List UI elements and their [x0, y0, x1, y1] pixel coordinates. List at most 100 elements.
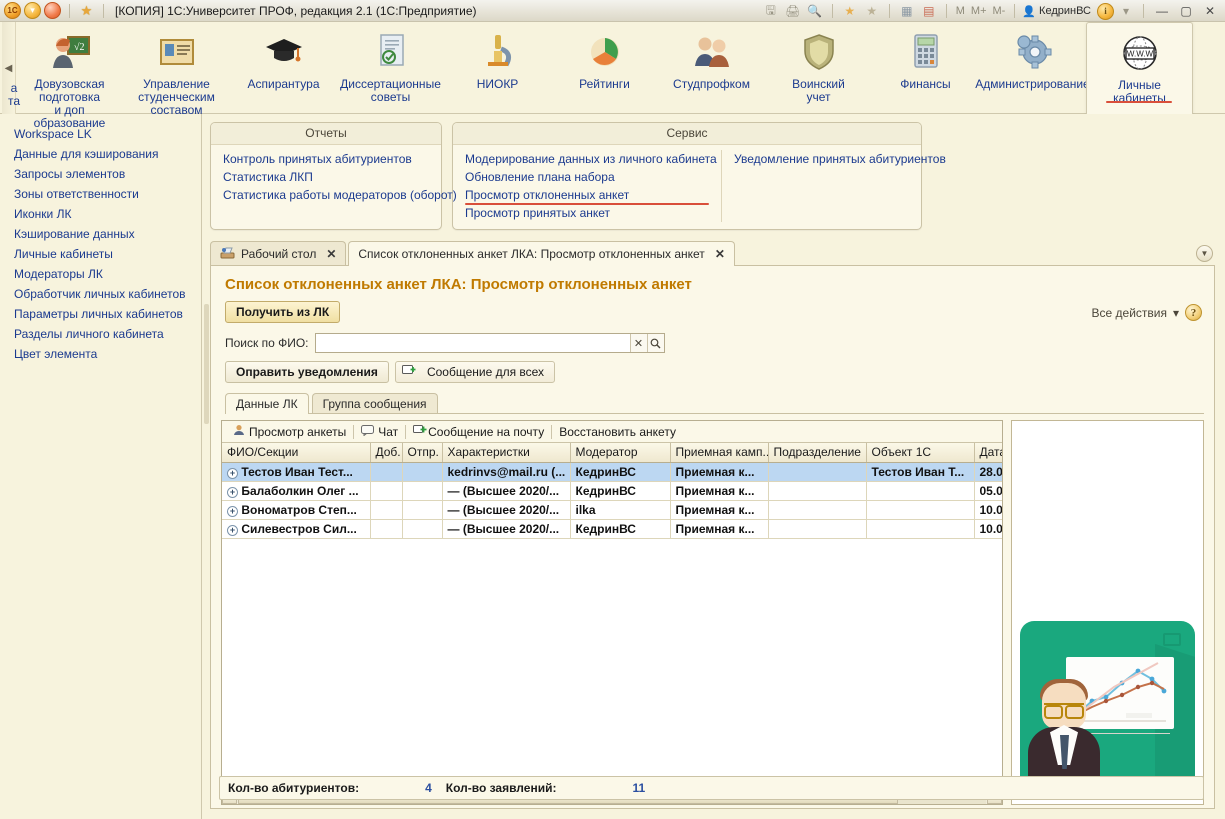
ribbon-item-aspirantura[interactable]: Аспирантура — [230, 22, 337, 114]
send-notifications-button[interactable]: Оправить уведомления — [225, 361, 389, 383]
print-preview-icon[interactable]: 🔍 — [805, 2, 825, 20]
chat-button[interactable]: Чат — [354, 424, 405, 439]
grid-scroll-area[interactable]: ФИО/Секции Доб. Отпр. Характеристки Моде… — [222, 443, 1002, 789]
column-header-fio[interactable]: ФИО/Секции — [222, 443, 371, 463]
column-header-podrazdelenie[interactable]: Подразделение — [768, 443, 867, 463]
maximize-button[interactable]: ▢ — [1175, 2, 1197, 20]
expand-icon[interactable]: + — [227, 486, 238, 498]
ribbon-item-label: НИОКР — [476, 77, 519, 91]
restore-questionnaire-button[interactable]: Восстановить анкету — [552, 425, 683, 439]
help-button[interactable]: ? — [1185, 304, 1202, 321]
ribbon-item-reitingi[interactable]: Рейтинги — [551, 22, 658, 114]
all-actions-menu[interactable]: Все действия ▾ ? — [1092, 304, 1202, 321]
user-menu[interactable]: 👤 КедринВС — [1022, 5, 1091, 18]
message-to-email-button[interactable]: Сообщение на почту — [406, 424, 551, 439]
table-row[interactable]: + Тестов Иван Тест... kedrinvs@mail.ru (… — [222, 462, 1002, 482]
favorites-star-icon[interactable]: ★ — [78, 2, 95, 19]
favorites-icon[interactable]: ★ — [862, 2, 882, 20]
tab-close-icon[interactable]: ✕ — [322, 247, 336, 261]
tab-label: Список отклоненных анкет ЛКА: Просмотр о… — [358, 247, 705, 261]
column-header-harakteristki[interactable]: Характеристки — [442, 443, 571, 463]
print-icon[interactable]: 🖨 — [783, 2, 803, 20]
sidebar-item-parametry-lichnyh-kabinetov[interactable]: Параметры личных кабинетов — [14, 304, 201, 324]
content-vertical-scrollbar[interactable] — [204, 304, 209, 424]
ribbon-item-finansy[interactable]: Финансы — [872, 22, 979, 114]
expand-icon[interactable]: + — [227, 467, 238, 479]
1c-logo-icon[interactable]: 1C — [4, 2, 21, 19]
status-bar: Кол-во абитуриентов: 4 Кол-во заявлений:… — [219, 776, 1204, 800]
search-box[interactable]: ✕ — [314, 333, 665, 353]
sidebar-item-ikonki-lk[interactable]: Иконки ЛК — [14, 204, 201, 224]
memory-add-button[interactable]: M+ — [969, 5, 989, 17]
column-header-priemnaya-kampaniya[interactable]: Приемная камп... — [670, 443, 769, 463]
report-link-statistika-moderatorov[interactable]: Статистика работы модераторов (оборот) — [223, 186, 457, 204]
cell-campaign: Приемная к... — [670, 481, 769, 501]
service-link-uvedomlenie-prinyatyh[interactable]: Уведомление принятых абитуриентов — [734, 150, 946, 168]
inner-tab-gruppa-soobshcheniya[interactable]: Группа сообщения — [311, 393, 438, 413]
sidebar-item-obrabotchik-lichnyh-kabinetov[interactable]: Обработчик личных кабинетов — [14, 284, 201, 304]
ribbon-item-administrirovanie[interactable]: Администрирование — [975, 22, 1090, 114]
ribbon-item-voinskiy-uchet[interactable]: Воинский учет — [765, 22, 872, 114]
get-from-lk-button[interactable]: Получить из ЛК — [225, 301, 341, 323]
tab-rabochiy-stol[interactable]: Рабочий стол ✕ — [210, 241, 347, 265]
sidebar-item-lichnye-kabinety[interactable]: Личные кабинеты — [14, 244, 201, 264]
sidebar-item-keshirovanie-dannyh[interactable]: Кэширование данных — [14, 224, 201, 244]
column-header-data[interactable]: Дата — [974, 443, 1002, 463]
minimize-button[interactable]: — — [1151, 2, 1173, 20]
add-favorite-icon[interactable]: ★ — [840, 2, 860, 20]
ribbon-item-dovuzovskaya[interactable]: √2 Довузовская подготовка и доп образован… — [16, 22, 123, 130]
ribbon-item-lichnye-kabinety[interactable]: W.W.W Личные кабинеты — [1086, 22, 1193, 115]
sidebar-item-moderatory-lk[interactable]: Модераторы ЛК — [14, 264, 201, 284]
inner-tab-dannye-lk[interactable]: Данные ЛК — [225, 393, 309, 414]
report-link-statistika-lkp[interactable]: Статистика ЛКП — [223, 168, 457, 186]
stop-circle-icon[interactable] — [44, 2, 61, 19]
service-link-prosmotr-prinyatyh-anket[interactable]: Просмотр принятых анкет — [465, 204, 709, 222]
memory-subtract-button[interactable]: M- — [991, 5, 1008, 17]
info-icon[interactable]: i — [1097, 2, 1114, 20]
calculator-icon — [904, 30, 948, 74]
ribbon-item-upravlenie[interactable]: Управление студенческим составом — [123, 22, 230, 117]
sidebar-item-razdely-lichnogo-kabineta[interactable]: Разделы личного кабинета — [14, 324, 201, 344]
ribbon-item-niokr[interactable]: НИОКР — [444, 22, 551, 114]
save-icon[interactable]: 🖫 — [761, 2, 781, 20]
clear-icon[interactable]: ✕ — [629, 334, 647, 352]
search-input[interactable] — [315, 334, 630, 352]
toolbar-label: Просмотр анкеты — [249, 424, 347, 439]
column-header-dob[interactable]: Доб. — [370, 443, 403, 463]
table-row[interactable]: + Силевестров Сил... — (Высшее 2020/... … — [222, 519, 1002, 539]
dropdown-circle-icon[interactable]: ▾ — [24, 2, 41, 19]
close-button[interactable]: ✕ — [1199, 2, 1221, 20]
column-header-obekt-1c[interactable]: Объект 1С — [866, 443, 975, 463]
sidebar-item-dannye-dlya-keshirovaniya[interactable]: Данные для кэширования — [14, 144, 201, 164]
divider — [888, 4, 890, 18]
expand-icon[interactable]: + — [227, 505, 238, 517]
calendar-icon[interactable]: ▤ — [919, 2, 939, 20]
column-header-moderator[interactable]: Модератор — [570, 443, 671, 463]
memory-recall-button[interactable]: M — [954, 5, 967, 17]
ribbon-item-dissertacionnye[interactable]: Диссертационные советы — [337, 22, 444, 114]
column-header-otpr[interactable]: Отпр. — [402, 443, 443, 463]
sidebar-item-zaprosy-elementov[interactable]: Запросы элементов — [14, 164, 201, 184]
service-link-moderirovanie[interactable]: Модерирование данных из личного кабинета — [465, 150, 717, 168]
expand-icon[interactable]: + — [227, 524, 238, 536]
sidebar-item-zony-otvetstvennosti[interactable]: Зоны ответственности — [14, 184, 201, 204]
document-stamp-icon — [369, 30, 413, 74]
service-link-prosmotr-otklonennyh-anket[interactable]: Просмотр отклоненных анкет — [465, 186, 709, 205]
message-all-button[interactable]: Сообщение для всех — [394, 361, 556, 383]
sidebar-item-cvet-elementa[interactable]: Цвет элемента — [14, 344, 201, 364]
ribbon-item-studprofkom[interactable]: Студпрофком — [658, 22, 765, 114]
service-link-obnovlenie-plana[interactable]: Обновление плана набора — [465, 168, 709, 186]
tab-spisok-otklonennyh-anket[interactable]: Список отклоненных анкет ЛКА: Просмотр о… — [348, 241, 735, 266]
table-row[interactable]: + Балаболкин Олег ... — (Высшее 2020/...… — [222, 481, 1002, 501]
tab-close-icon[interactable]: ✕ — [711, 247, 725, 261]
report-link-kontrol-prinyatyh[interactable]: Контроль принятых абитуриентов — [223, 150, 457, 168]
ribbon-item-label: Управление студенческим составом — [138, 77, 215, 117]
tab-label: Рабочий стол — [241, 246, 317, 261]
calculator-icon[interactable]: ▦ — [897, 2, 917, 20]
cell-division — [768, 500, 867, 520]
view-questionnaire-button[interactable]: Просмотр анкеты — [226, 424, 353, 439]
search-icon[interactable] — [646, 334, 664, 352]
table-row[interactable]: + Вономатров Степ... — (Высшее 2020/... … — [222, 500, 1002, 520]
collapse-panel-button[interactable]: ▼ — [1196, 245, 1213, 262]
chevron-down-icon[interactable]: ▾ — [1116, 2, 1136, 20]
